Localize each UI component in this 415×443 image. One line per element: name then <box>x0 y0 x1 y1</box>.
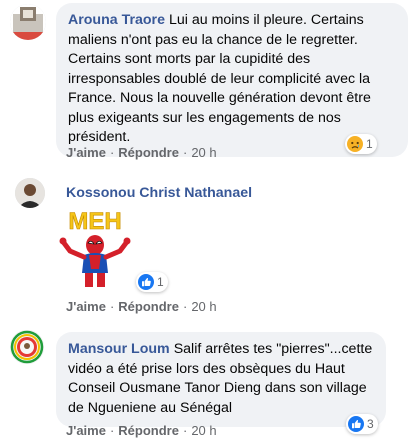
comment-author[interactable]: Kossonou Christ Nathanael <box>66 185 252 201</box>
reply-link[interactable]: Répondre <box>118 423 179 438</box>
spiderman-meh-sticker: MEH <box>59 208 131 287</box>
reply-link[interactable]: Répondre <box>118 299 179 314</box>
separator: · <box>109 299 115 314</box>
reaction-summary[interactable]: 3 <box>346 414 378 434</box>
avatar[interactable] <box>10 4 46 40</box>
reaction-summary[interactable]: 1 <box>345 134 377 154</box>
avatar[interactable] <box>15 178 45 208</box>
like-link[interactable]: J'aime <box>66 423 106 438</box>
reaction-count: 1 <box>157 275 164 289</box>
comment-bubble: Mansour Loum Salif arrêtes tes "pierres".… <box>56 332 386 427</box>
like-icon <box>138 274 154 290</box>
reaction-count: 1 <box>366 137 373 151</box>
reaction-count: 3 <box>367 417 374 431</box>
comment-actions: J'aime · Répondre · 20 h <box>66 299 217 314</box>
sticker: MEH <box>52 207 138 289</box>
comment-actions: J'aime · Répondre · 20 h <box>66 145 217 160</box>
comment-author[interactable]: Arouna Traore <box>68 12 165 28</box>
reaction-summary[interactable]: 1 <box>136 272 168 292</box>
comment-actions: J'aime · Répondre · 20 h <box>66 423 217 438</box>
sad-emoji-icon <box>347 136 363 152</box>
comment-text: Lui au moins il pleure. Certains maliens… <box>68 12 371 145</box>
separator: · <box>182 145 188 160</box>
separator: · <box>109 423 115 438</box>
like-link[interactable]: J'aime <box>66 299 106 314</box>
sticker-text: MEH <box>68 208 121 235</box>
avatar[interactable] <box>10 330 44 364</box>
reply-link[interactable]: Répondre <box>118 145 179 160</box>
separator: · <box>109 145 115 160</box>
like-link[interactable]: J'aime <box>66 145 106 160</box>
comment-author[interactable]: Mansour Loum <box>68 341 170 357</box>
timestamp[interactable]: 20 h <box>191 423 216 438</box>
like-icon <box>348 416 364 432</box>
timestamp[interactable]: 20 h <box>191 299 216 314</box>
timestamp[interactable]: 20 h <box>191 145 216 160</box>
separator: · <box>182 423 188 438</box>
separator: · <box>182 299 188 314</box>
